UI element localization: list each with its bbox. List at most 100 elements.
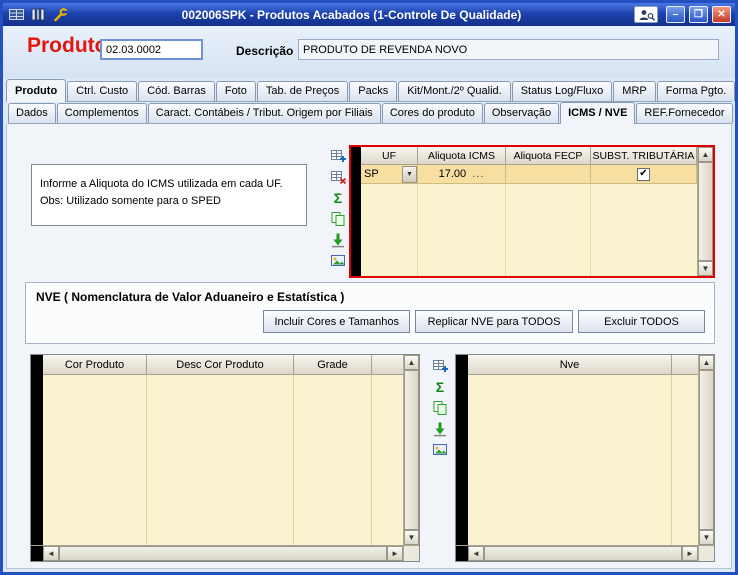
scroll-track[interactable] bbox=[699, 370, 714, 530]
cores-horizontal-scrollbar[interactable]: ◄ ► bbox=[31, 545, 419, 561]
delete-row-icon[interactable] bbox=[329, 169, 347, 185]
window-title: 002006SPK - Produtos Acabados (1-Control… bbox=[73, 8, 630, 22]
nve-table-main: Nve ▲ ▼ bbox=[456, 355, 714, 545]
scroll-thumb[interactable] bbox=[404, 370, 419, 530]
wrench-icon[interactable] bbox=[51, 7, 69, 23]
nve-vertical-scrollbar[interactable]: ▲ ▼ bbox=[698, 355, 714, 545]
product-heading: Produto bbox=[27, 34, 107, 58]
maximize-button[interactable]: ❐ bbox=[689, 6, 708, 23]
cores-table-columns: Cor Produto Desc Cor Produto Grade bbox=[43, 355, 403, 545]
tab-icms-nve[interactable]: ICMS / NVE bbox=[560, 102, 635, 124]
uf-value: SP bbox=[364, 168, 379, 180]
scroll-down-button[interactable]: ▼ bbox=[698, 261, 713, 276]
arrow-up-icon: ▲ bbox=[703, 358, 711, 367]
tab-complementos[interactable]: Complementos bbox=[57, 103, 147, 123]
app-grid-icon bbox=[7, 7, 25, 23]
scroll-right-button[interactable]: ► bbox=[682, 546, 698, 561]
minimize-button[interactable]: – bbox=[666, 6, 685, 23]
scroll-track[interactable] bbox=[484, 546, 682, 561]
tab-ref-fornecedor[interactable]: REF.Fornecedor bbox=[636, 103, 732, 123]
nve-buttons: Incluir Cores e Tamanhos Replicar NVE pa… bbox=[263, 310, 705, 333]
tab-dados[interactable]: Dados bbox=[8, 103, 56, 123]
chevron-down-icon: ▼ bbox=[406, 171, 413, 178]
sub-tab-bar: Dados Complementos Caract. Contábeis / T… bbox=[8, 102, 732, 124]
user-search-icon[interactable] bbox=[634, 6, 658, 23]
arrow-left-icon: ◄ bbox=[47, 549, 55, 558]
scroll-track[interactable] bbox=[59, 546, 387, 561]
copy-icon[interactable] bbox=[329, 211, 347, 227]
tab-kit-mont-2-qualid[interactable]: Kit/Mont./2º Qualid. bbox=[398, 81, 511, 101]
subst-tributaria-checkbox[interactable]: ✔ bbox=[637, 168, 650, 181]
insert-row-icon[interactable] bbox=[431, 358, 449, 374]
replicar-nve-todos-button[interactable]: Replicar NVE para TODOS bbox=[415, 310, 573, 333]
tab-forma-pgto[interactable]: Forma Pgto. bbox=[657, 81, 736, 101]
excluir-todos-button[interactable]: Excluir TODOS bbox=[578, 310, 705, 333]
image-icon[interactable] bbox=[431, 442, 449, 458]
nve-section: NVE ( Nomenclatura de Valor Aduaneiro e … bbox=[25, 282, 715, 344]
arrow-right-icon: ► bbox=[686, 549, 694, 558]
description-input[interactable] bbox=[298, 39, 719, 60]
tab-produto[interactable]: Produto bbox=[6, 79, 66, 102]
scroll-down-button[interactable]: ▼ bbox=[404, 530, 419, 545]
scroll-thumb[interactable] bbox=[484, 546, 682, 561]
uf-dropdown-button[interactable]: ▼ bbox=[402, 166, 417, 183]
aliquota-icms-cell[interactable]: 17.00 ... bbox=[418, 165, 506, 184]
record-selector-column bbox=[31, 355, 43, 545]
scroll-left-button[interactable]: ◄ bbox=[43, 546, 59, 561]
tab-foto[interactable]: Foto bbox=[216, 81, 256, 101]
scroll-down-button[interactable]: ▼ bbox=[699, 530, 714, 545]
cores-table: Cor Produto Desc Cor Produto Grade ▲ bbox=[30, 354, 420, 562]
tab-tab-de-precos[interactable]: Tab. de Preços bbox=[257, 81, 348, 101]
icms-vertical-scrollbar[interactable]: ▲ ▼ bbox=[697, 147, 713, 276]
product-code-input[interactable] bbox=[100, 39, 203, 60]
incluir-cores-tamanhos-button[interactable]: Incluir Cores e Tamanhos bbox=[263, 310, 410, 333]
icms-grid-row[interactable]: SP ▼ 17.00 ... ✔ bbox=[361, 165, 697, 184]
scroll-up-button[interactable]: ▲ bbox=[404, 355, 419, 370]
tab-mrp[interactable]: MRP bbox=[613, 81, 655, 101]
tab-observacao[interactable]: Observação bbox=[484, 103, 559, 123]
tab-ctrl-custo[interactable]: Ctrl. Custo bbox=[67, 81, 137, 101]
column-header-aliquota-fecp: Aliquota FECP bbox=[506, 147, 591, 165]
scroll-thumb[interactable] bbox=[698, 162, 713, 261]
ellipsis-button[interactable]: ... bbox=[472, 168, 484, 180]
column-header-blank bbox=[372, 355, 403, 375]
nve-table: Nve ▲ ▼ ◄ ► bbox=[455, 354, 715, 562]
tab-caract-contabeis[interactable]: Caract. Contábeis / Tribut. Origem por F… bbox=[148, 103, 381, 123]
nve-horizontal-scrollbar[interactable]: ◄ ► bbox=[456, 545, 714, 561]
export-icon[interactable] bbox=[329, 232, 347, 248]
cores-vertical-scrollbar[interactable]: ▲ ▼ bbox=[403, 355, 419, 545]
export-icon[interactable] bbox=[431, 421, 449, 437]
main-tab-bar: Produto Ctrl. Custo Cód. Barras Foto Tab… bbox=[6, 78, 732, 102]
arrow-up-icon: ▲ bbox=[408, 358, 416, 367]
tab-status-log-fluxo[interactable]: Status Log/Fluxo bbox=[512, 81, 613, 101]
nve-grid-toolbar: Σ bbox=[431, 358, 449, 458]
sum-icon[interactable]: Σ bbox=[431, 379, 449, 395]
cores-table-empty-area bbox=[43, 375, 403, 545]
aliquota-fecp-cell[interactable] bbox=[506, 165, 591, 184]
scroll-thumb[interactable] bbox=[699, 370, 714, 530]
scroll-up-button[interactable]: ▲ bbox=[698, 147, 713, 162]
sum-icon[interactable]: Σ bbox=[329, 190, 347, 206]
tab-cores-do-produto[interactable]: Cores do produto bbox=[382, 103, 483, 123]
column-header-subst-tributaria: SUBST. TRIBUTÁRIA bbox=[591, 147, 697, 165]
description-label: Descrição bbox=[236, 44, 293, 58]
column-header-uf: UF bbox=[361, 147, 418, 165]
image-icon[interactable] bbox=[329, 253, 347, 269]
tab-packs[interactable]: Packs bbox=[349, 81, 397, 101]
sigma-glyph: Σ bbox=[334, 191, 342, 205]
record-selector-column bbox=[456, 355, 468, 545]
scroll-thumb[interactable] bbox=[59, 546, 387, 561]
column-header-nve: Nve bbox=[468, 355, 672, 375]
scroll-left-button[interactable]: ◄ bbox=[468, 546, 484, 561]
tab-cod-barras[interactable]: Cód. Barras bbox=[138, 81, 215, 101]
close-button[interactable]: ✕ bbox=[712, 6, 731, 23]
uf-cell[interactable]: SP ▼ bbox=[361, 165, 418, 184]
insert-row-icon[interactable] bbox=[329, 148, 347, 164]
scroll-track[interactable] bbox=[404, 370, 419, 530]
subst-tributaria-cell[interactable]: ✔ bbox=[591, 165, 697, 184]
app-window: 002006SPK - Produtos Acabados (1-Control… bbox=[0, 0, 738, 575]
scroll-right-button[interactable]: ► bbox=[387, 546, 403, 561]
copy-icon[interactable] bbox=[431, 400, 449, 416]
scroll-up-button[interactable]: ▲ bbox=[699, 355, 714, 370]
scroll-track[interactable] bbox=[698, 162, 713, 261]
